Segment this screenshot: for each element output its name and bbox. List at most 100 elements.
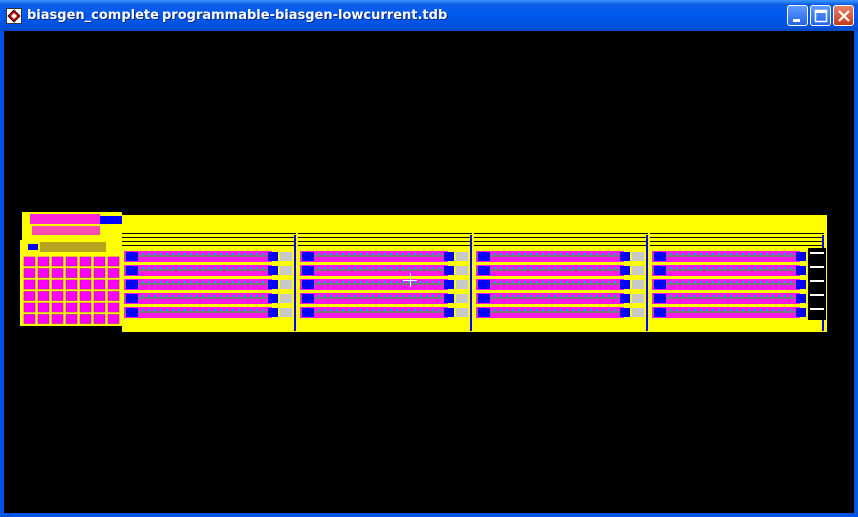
via: [142, 253, 144, 255]
layout-editor-icon[interactable]: [6, 8, 22, 24]
via: [172, 309, 174, 311]
gate-line: [652, 311, 800, 313]
via: [318, 267, 320, 269]
via: [760, 295, 762, 297]
via: [724, 267, 726, 269]
via: [414, 253, 416, 255]
via: [226, 281, 228, 283]
row-contact: [302, 266, 314, 275]
via: [148, 281, 150, 283]
via: [682, 295, 684, 297]
via: [578, 295, 580, 297]
via: [784, 309, 786, 311]
via: [148, 295, 150, 297]
via: [384, 309, 386, 311]
pad-cell: [93, 256, 106, 267]
bus-line: [122, 245, 296, 246]
close-button[interactable]: [833, 5, 854, 26]
via: [426, 267, 428, 269]
via: [178, 281, 180, 283]
via: [172, 267, 174, 269]
via: [378, 281, 380, 283]
via: [614, 267, 616, 269]
via: [420, 281, 422, 283]
via: [596, 267, 598, 269]
pad-cell: [65, 279, 78, 290]
via: [420, 267, 422, 269]
via: [190, 267, 192, 269]
via: [256, 295, 258, 297]
via: [348, 253, 350, 255]
pad-cell: [79, 314, 92, 324]
title-bar[interactable]: biasgen_complete programmable-biasgen-lo…: [0, 0, 858, 31]
via: [778, 281, 780, 283]
via: [220, 253, 222, 255]
via: [742, 309, 744, 311]
via: [336, 267, 338, 269]
row-contact-right: [796, 294, 806, 303]
via: [414, 281, 416, 283]
row-contact-right: [620, 252, 630, 261]
via: [408, 253, 410, 255]
via: [560, 309, 562, 311]
row-contact-right: [268, 280, 278, 289]
via: [360, 309, 362, 311]
gate-line: [300, 297, 448, 299]
via: [348, 267, 350, 269]
chip-layout[interactable]: [4, 31, 854, 513]
via: [548, 281, 550, 283]
via: [524, 295, 526, 297]
via: [244, 281, 246, 283]
row-contact-right: [444, 252, 454, 261]
via: [390, 281, 392, 283]
via: [262, 295, 264, 297]
gate-line: [300, 311, 448, 313]
bus-line: [650, 241, 824, 242]
via: [518, 309, 520, 311]
gate-line: [300, 283, 448, 285]
via: [584, 253, 586, 255]
pad-cell: [107, 279, 120, 290]
via: [766, 309, 768, 311]
via: [324, 267, 326, 269]
row-contact: [654, 266, 666, 275]
pad-cell: [37, 291, 50, 301]
via: [148, 309, 150, 311]
via: [614, 309, 616, 311]
via: [208, 253, 210, 255]
via: [166, 295, 168, 297]
minimize-button[interactable]: [787, 5, 808, 26]
via: [196, 281, 198, 283]
gate-line: [124, 311, 272, 313]
via: [736, 281, 738, 283]
row-contact: [478, 252, 490, 261]
via: [250, 281, 252, 283]
via: [694, 253, 696, 255]
via: [196, 295, 198, 297]
via: [330, 281, 332, 283]
via: [336, 295, 338, 297]
via: [682, 281, 684, 283]
via: [718, 253, 720, 255]
via: [190, 295, 192, 297]
layout-canvas[interactable]: [4, 31, 854, 513]
via: [712, 295, 714, 297]
gate-line: [476, 269, 624, 271]
maximize-button[interactable]: [810, 5, 831, 26]
via: [572, 267, 574, 269]
via: [426, 309, 428, 311]
pad-cell: [79, 291, 92, 301]
via: [706, 253, 708, 255]
via: [372, 309, 374, 311]
via: [384, 295, 386, 297]
bus-line: [298, 237, 472, 238]
via: [688, 253, 690, 255]
via: [408, 295, 410, 297]
via: [614, 281, 616, 283]
via: [396, 281, 398, 283]
via: [402, 309, 404, 311]
via: [670, 253, 672, 255]
bank-separator: [294, 235, 296, 331]
via: [166, 309, 168, 311]
via: [160, 295, 162, 297]
